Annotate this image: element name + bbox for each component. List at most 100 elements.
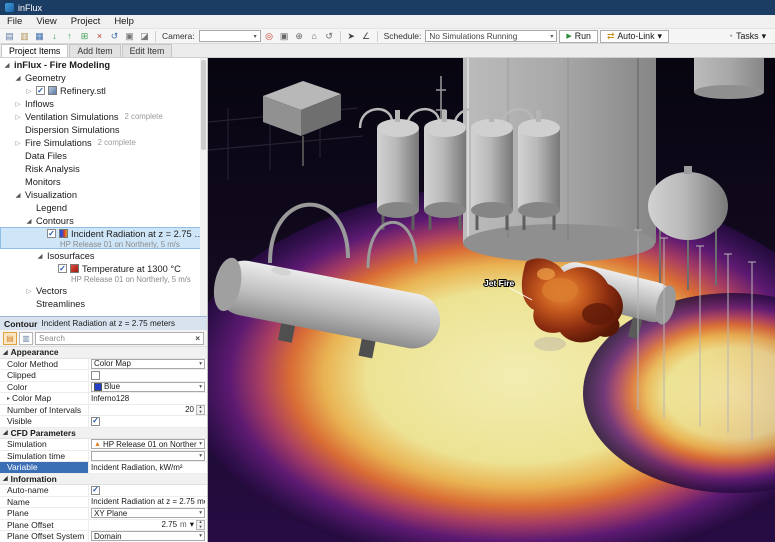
expand-arrow-icon[interactable]: ▷	[25, 287, 33, 295]
tree-item[interactable]: ▷Vectors	[0, 284, 207, 297]
settings-icon[interactable]: ◪	[138, 30, 151, 43]
property-value-text[interactable]: Incident Radiation at z = 2.75 meters	[91, 497, 205, 506]
tree-item[interactable]: Data Files	[0, 149, 207, 162]
property-checkbox[interactable]	[91, 486, 100, 495]
tree-checkbox[interactable]	[36, 86, 45, 95]
tree-checkbox[interactable]	[47, 229, 56, 238]
property-row: Simulation▲HP Release 01 on Northerl...▾	[0, 439, 207, 451]
property-select[interactable]: XY Plane▾	[91, 508, 205, 518]
pointer-icon[interactable]: ➤	[345, 30, 358, 43]
tree-item[interactable]: ▷Ventilation Simulations2 complete	[0, 110, 207, 123]
spinner-buttons[interactable]: ▴▾	[196, 520, 205, 530]
tab-edit-item[interactable]: Edit Item	[122, 44, 173, 57]
property-checkbox[interactable]	[91, 371, 100, 380]
expand-arrow-icon[interactable]: ◢	[36, 252, 44, 260]
expand-arrow-icon[interactable]: ◢	[25, 217, 33, 225]
tree-scrollbar[interactable]	[200, 58, 207, 316]
chevron-down-icon[interactable]: ▾	[190, 520, 194, 531]
property-select[interactable]: Color Map▾	[91, 359, 205, 369]
expand-arrow-icon[interactable]: ▷	[14, 100, 22, 108]
categorize-button[interactable]: ▤	[3, 332, 17, 345]
open-project-icon[interactable]: ▥	[18, 30, 31, 43]
tree-item[interactable]: ◢Isosurfaces	[0, 249, 207, 262]
property-value-text[interactable]: Incident Radiation, kW/m²	[91, 463, 183, 472]
schedule-select[interactable]: No Simulations Running▾	[425, 30, 557, 42]
refresh-icon[interactable]: ↺	[108, 30, 121, 43]
auto-link-button[interactable]: ⇄Auto-Link▾	[600, 30, 669, 43]
export-icon[interactable]: ↑	[63, 30, 76, 43]
tree-item[interactable]: Dispersion Simulations	[0, 123, 207, 136]
expand-arrow-icon[interactable]: ◢	[14, 191, 22, 199]
measure-icon[interactable]: ∠	[360, 30, 373, 43]
tree-item[interactable]: ◢Visualization	[0, 188, 207, 201]
tree-item[interactable]: Risk Analysis	[0, 162, 207, 175]
expand-arrow-icon[interactable]: ▷	[25, 87, 33, 95]
menu-file[interactable]: File	[0, 15, 29, 28]
spinner-buttons[interactable]: ▴▾	[196, 405, 205, 415]
tree-item[interactable]: Legend	[0, 201, 207, 214]
snapshot-icon[interactable]: ▣	[278, 30, 291, 43]
tree-item[interactable]: ◢inFlux - Fire Modeling	[0, 58, 207, 71]
tree-item[interactable]: Streamlines	[0, 297, 207, 310]
tab-add-item[interactable]: Add Item	[69, 44, 120, 57]
copy-icon[interactable]: ▣	[123, 30, 136, 43]
camera-select[interactable]: ▾	[199, 30, 261, 42]
property-select[interactable]: ▲HP Release 01 on Northerl...▾	[91, 439, 205, 449]
tree-item[interactable]: ▷Inflows	[0, 97, 207, 110]
property-checkbox[interactable]	[91, 417, 100, 426]
expand-arrow-icon[interactable]: ◢	[14, 74, 22, 82]
property-spinner-value[interactable]: 2.75	[91, 520, 177, 529]
property-group-header[interactable]: ◢CFD Parameters	[0, 428, 207, 440]
expand-arrow-icon[interactable]: ▷	[14, 113, 22, 121]
property-select[interactable]: Blue▾	[91, 382, 205, 392]
menu-view[interactable]: View	[29, 15, 63, 28]
property-value-cell: Blue▾	[88, 382, 207, 393]
menu-project[interactable]: Project	[64, 15, 108, 28]
tree-label: Visualization	[25, 190, 77, 200]
menu-help[interactable]: Help	[107, 15, 141, 28]
home-view-icon[interactable]: ⌂	[308, 30, 321, 43]
clear-search-icon[interactable]: ×	[195, 334, 200, 343]
tree-item[interactable]: Incident Radiation at z = 2.75 metersHP …	[0, 227, 207, 249]
property-value-cell	[88, 416, 207, 427]
tree-item[interactable]: Temperature at 1300 °CHP Release 01 on N…	[0, 262, 207, 284]
expand-icon[interactable]: ▸	[7, 395, 10, 402]
scrollbar-thumb[interactable]	[201, 60, 206, 150]
save-icon[interactable]: ▦	[33, 30, 46, 43]
rotate-view-icon[interactable]: ↺	[323, 30, 336, 43]
3d-viewport[interactable]: Jet Fire	[208, 58, 775, 542]
tree-item-subtitle: HP Release 01 on Northerly, 5 m/s	[0, 275, 207, 284]
property-select[interactable]: ▾	[91, 451, 205, 461]
expand-arrow-icon[interactable]: ▷	[14, 139, 22, 147]
tree-item[interactable]: Monitors	[0, 175, 207, 188]
tree-item[interactable]: ▷Fire Simulations2 complete	[0, 136, 207, 149]
tree-item[interactable]: ▷Refinery.stl	[0, 84, 207, 97]
geometry-icon	[48, 86, 57, 95]
run-button[interactable]: ▶Run	[559, 30, 598, 43]
property-search-input[interactable]: Search ×	[35, 332, 204, 345]
chevron-down-icon: ▾	[199, 510, 202, 516]
import-icon[interactable]: ↓	[48, 30, 61, 43]
property-value-cell: 2.75m▾▴▾	[88, 520, 207, 531]
tab-project-items[interactable]: Project Items	[1, 44, 68, 57]
tree-row: Monitors	[0, 175, 207, 188]
property-select[interactable]: Domain▾	[91, 531, 205, 541]
delete-item-icon[interactable]: ×	[93, 30, 106, 43]
new-project-icon[interactable]: ▤	[3, 30, 16, 43]
zoom-fit-icon[interactable]: ⊕	[293, 30, 306, 43]
sort-button[interactable]: ▥	[19, 332, 33, 345]
tree-label: Incident Radiation at z = 2.75 meters	[71, 229, 207, 239]
add-item-icon[interactable]: ⊞	[78, 30, 91, 43]
expand-arrow-icon[interactable]: ◢	[3, 61, 11, 69]
tasks-button[interactable]: ◔Tasks▾	[722, 30, 772, 43]
tree-item[interactable]: ◢Contours	[0, 214, 207, 227]
tree-checkbox[interactable]	[58, 264, 67, 273]
property-group-header[interactable]: ◢Information	[0, 474, 207, 486]
tree-item[interactable]: ◢Geometry	[0, 71, 207, 84]
property-spinner-value[interactable]: 20	[91, 405, 194, 414]
property-value-text[interactable]: Inferno128	[91, 394, 129, 403]
property-group-header[interactable]: ◢Appearance	[0, 347, 207, 359]
target-icon[interactable]: ◎	[263, 30, 276, 43]
spin-down-icon[interactable]: ▾	[199, 410, 201, 415]
spin-down-icon[interactable]: ▾	[199, 525, 201, 530]
